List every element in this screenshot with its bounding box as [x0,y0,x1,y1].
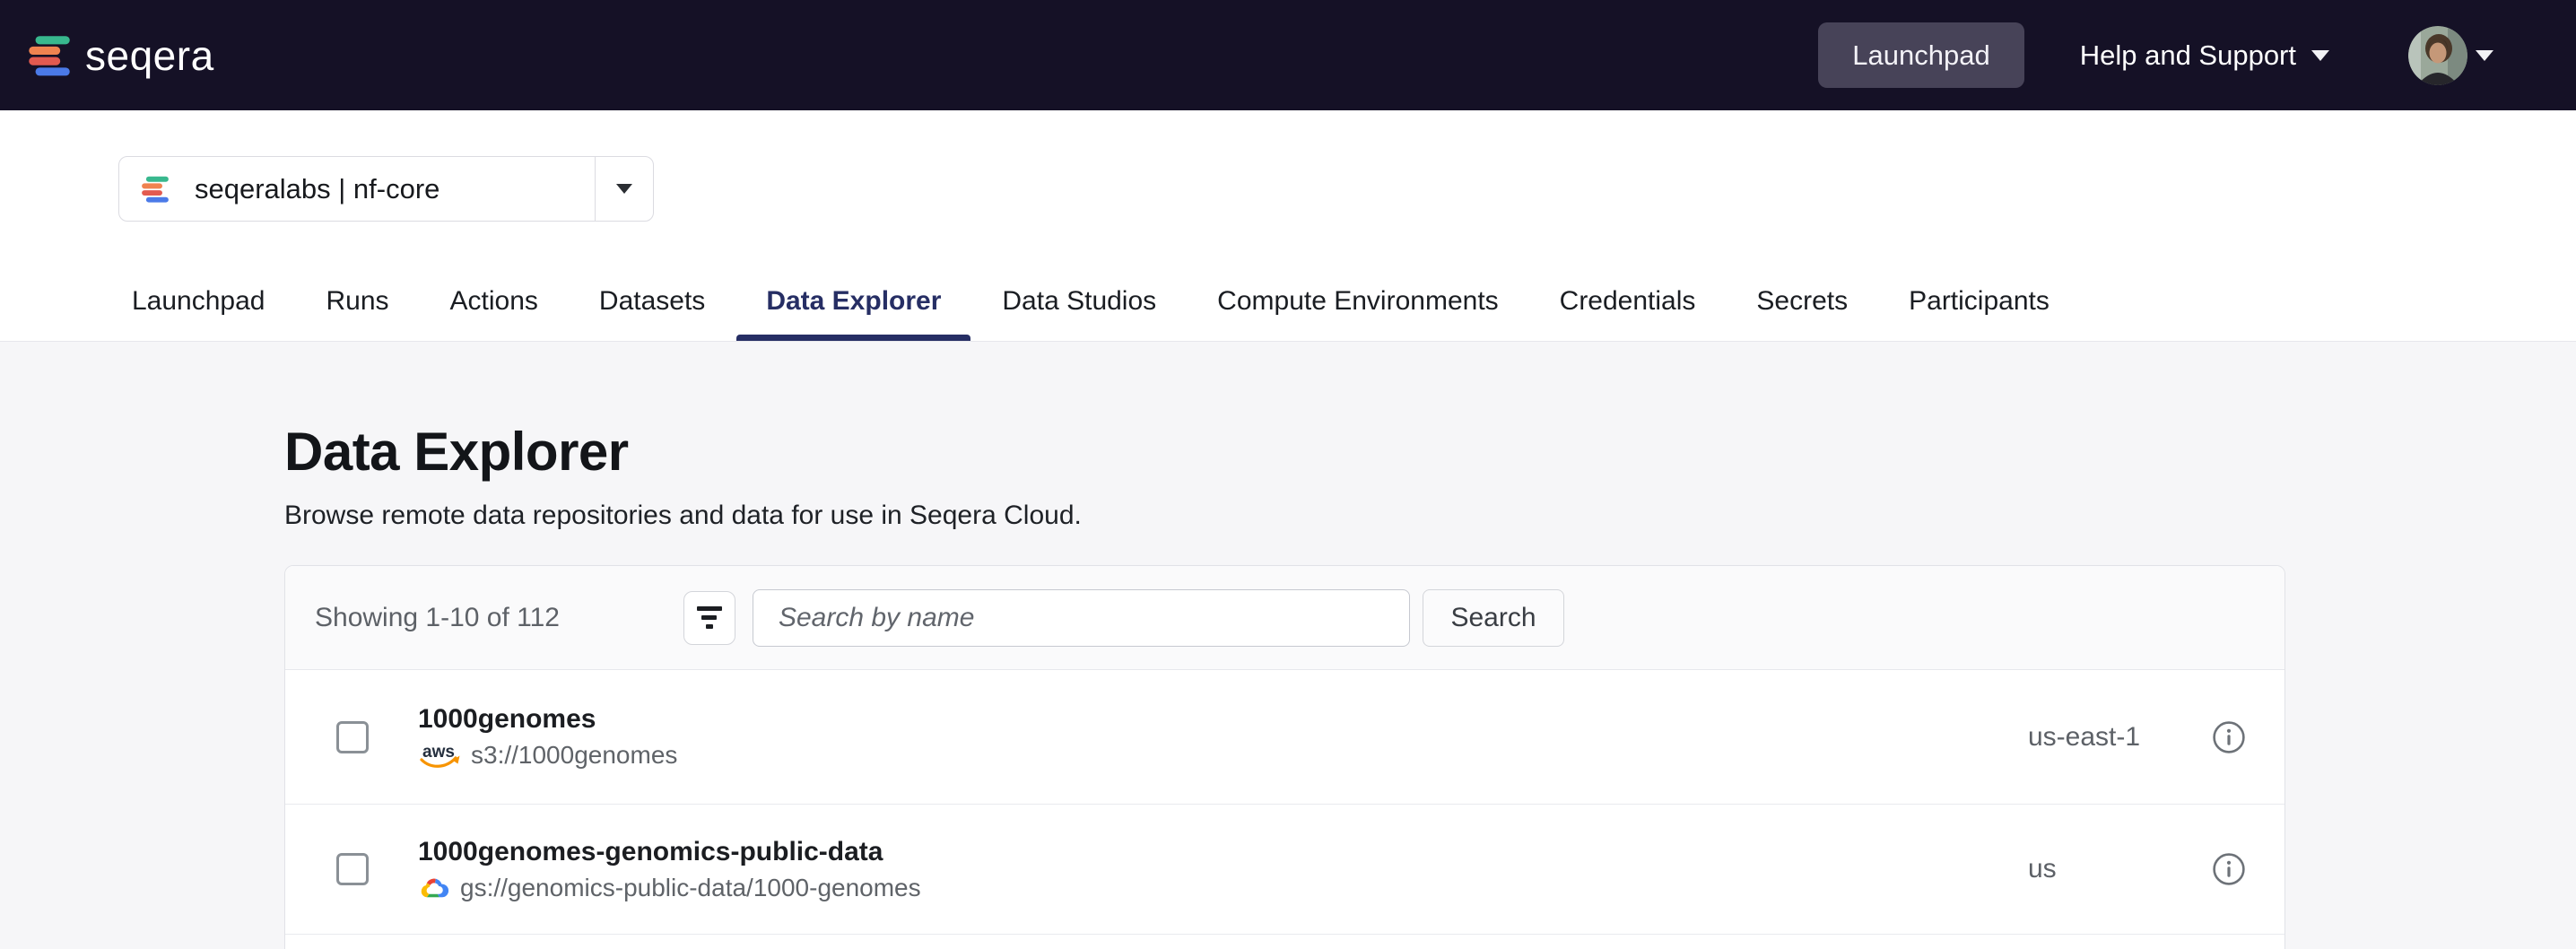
table-row[interactable]: 1000genomes aws s3://1000genomes us-east… [285,670,2284,805]
bucket-uri-text: gs://genomics-public-data/1000-genomes [460,874,921,902]
search-button[interactable]: Search [1423,589,1564,647]
data-explorer-table: Showing 1-10 of 112 Search 1000genomes a… [284,565,2285,949]
tab-actions[interactable]: Actions [450,286,538,341]
tab-launchpad[interactable]: Launchpad [132,286,265,341]
chevron-down-icon [2476,50,2493,61]
region-label: us [2028,854,2057,884]
seqera-logo-icon [26,32,73,79]
help-support-label: Help and Support [2080,39,2296,72]
search-input[interactable] [753,589,1410,647]
info-icon [2212,720,2246,754]
seqera-logo[interactable]: seqera [26,31,214,80]
bucket-uri: aws s3://1000genomes [418,741,677,770]
table-row-partial [285,935,2284,949]
region-label: us-east-1 [2028,722,2140,753]
main-content: Data Explorer Browse remote data reposit… [0,421,2576,949]
row-main: 1000genomes aws s3://1000genomes [418,704,677,770]
tab-runs[interactable]: Runs [326,286,388,341]
tab-credentials[interactable]: Credentials [1560,286,1696,341]
table-toolbar: Showing 1-10 of 112 Search [285,566,2284,670]
bucket-name: 1000genomes-genomics-public-data [418,837,921,867]
info-button[interactable] [2212,720,2246,754]
bucket-uri-text: s3://1000genomes [471,741,677,770]
brand-wordmark: seqera [85,31,214,80]
table-row[interactable]: 1000genomes-genomics-public-data [285,805,2284,935]
subheader: seqeralabs | nf-core Launchpad Runs Acti… [0,110,2576,342]
aws-icon: aws [418,742,461,770]
filter-icon [697,606,722,611]
filter-button[interactable] [683,591,735,645]
tab-datasets[interactable]: Datasets [599,286,705,341]
bucket-uri: gs://genomics-public-data/1000-genomes [418,874,921,902]
info-icon [2212,852,2246,886]
tab-participants[interactable]: Participants [1909,286,2049,341]
tab-data-explorer[interactable]: Data Explorer [766,286,941,341]
google-cloud-icon [418,875,450,901]
bucket-name: 1000genomes [418,704,677,735]
tab-data-explorer-label: Data Explorer [766,286,941,316]
top-navbar: seqera Launchpad Help and Support [0,0,2576,110]
svg-text:aws: aws [422,743,455,762]
pagination-summary: Showing 1-10 of 112 [315,603,560,633]
seqera-cloud-screen: seqera Launchpad Help and Support [0,0,2576,949]
tab-secrets[interactable]: Secrets [1756,286,1848,341]
info-button[interactable] [2212,852,2246,886]
navbar-right: Launchpad Help and Support [1818,22,2493,88]
row-main: 1000genomes-genomics-public-data [418,837,921,902]
active-tab-indicator [736,335,970,341]
page-title: Data Explorer [284,421,2576,483]
help-support-menu[interactable]: Help and Support [2080,39,2329,72]
avatar [2408,26,2467,85]
chevron-down-icon [2311,50,2329,61]
tab-data-studios[interactable]: Data Studios [1002,286,1156,341]
tab-compute-environments[interactable]: Compute Environments [1217,286,1498,341]
row-checkbox[interactable] [336,721,369,753]
launchpad-button[interactable]: Launchpad [1818,22,2023,88]
user-menu[interactable] [2408,26,2493,85]
row-checkbox[interactable] [336,853,369,885]
workspace-tabs: Launchpad Runs Actions Datasets Data Exp… [132,110,2049,341]
page-subtitle: Browse remote data repositories and data… [284,501,2576,531]
